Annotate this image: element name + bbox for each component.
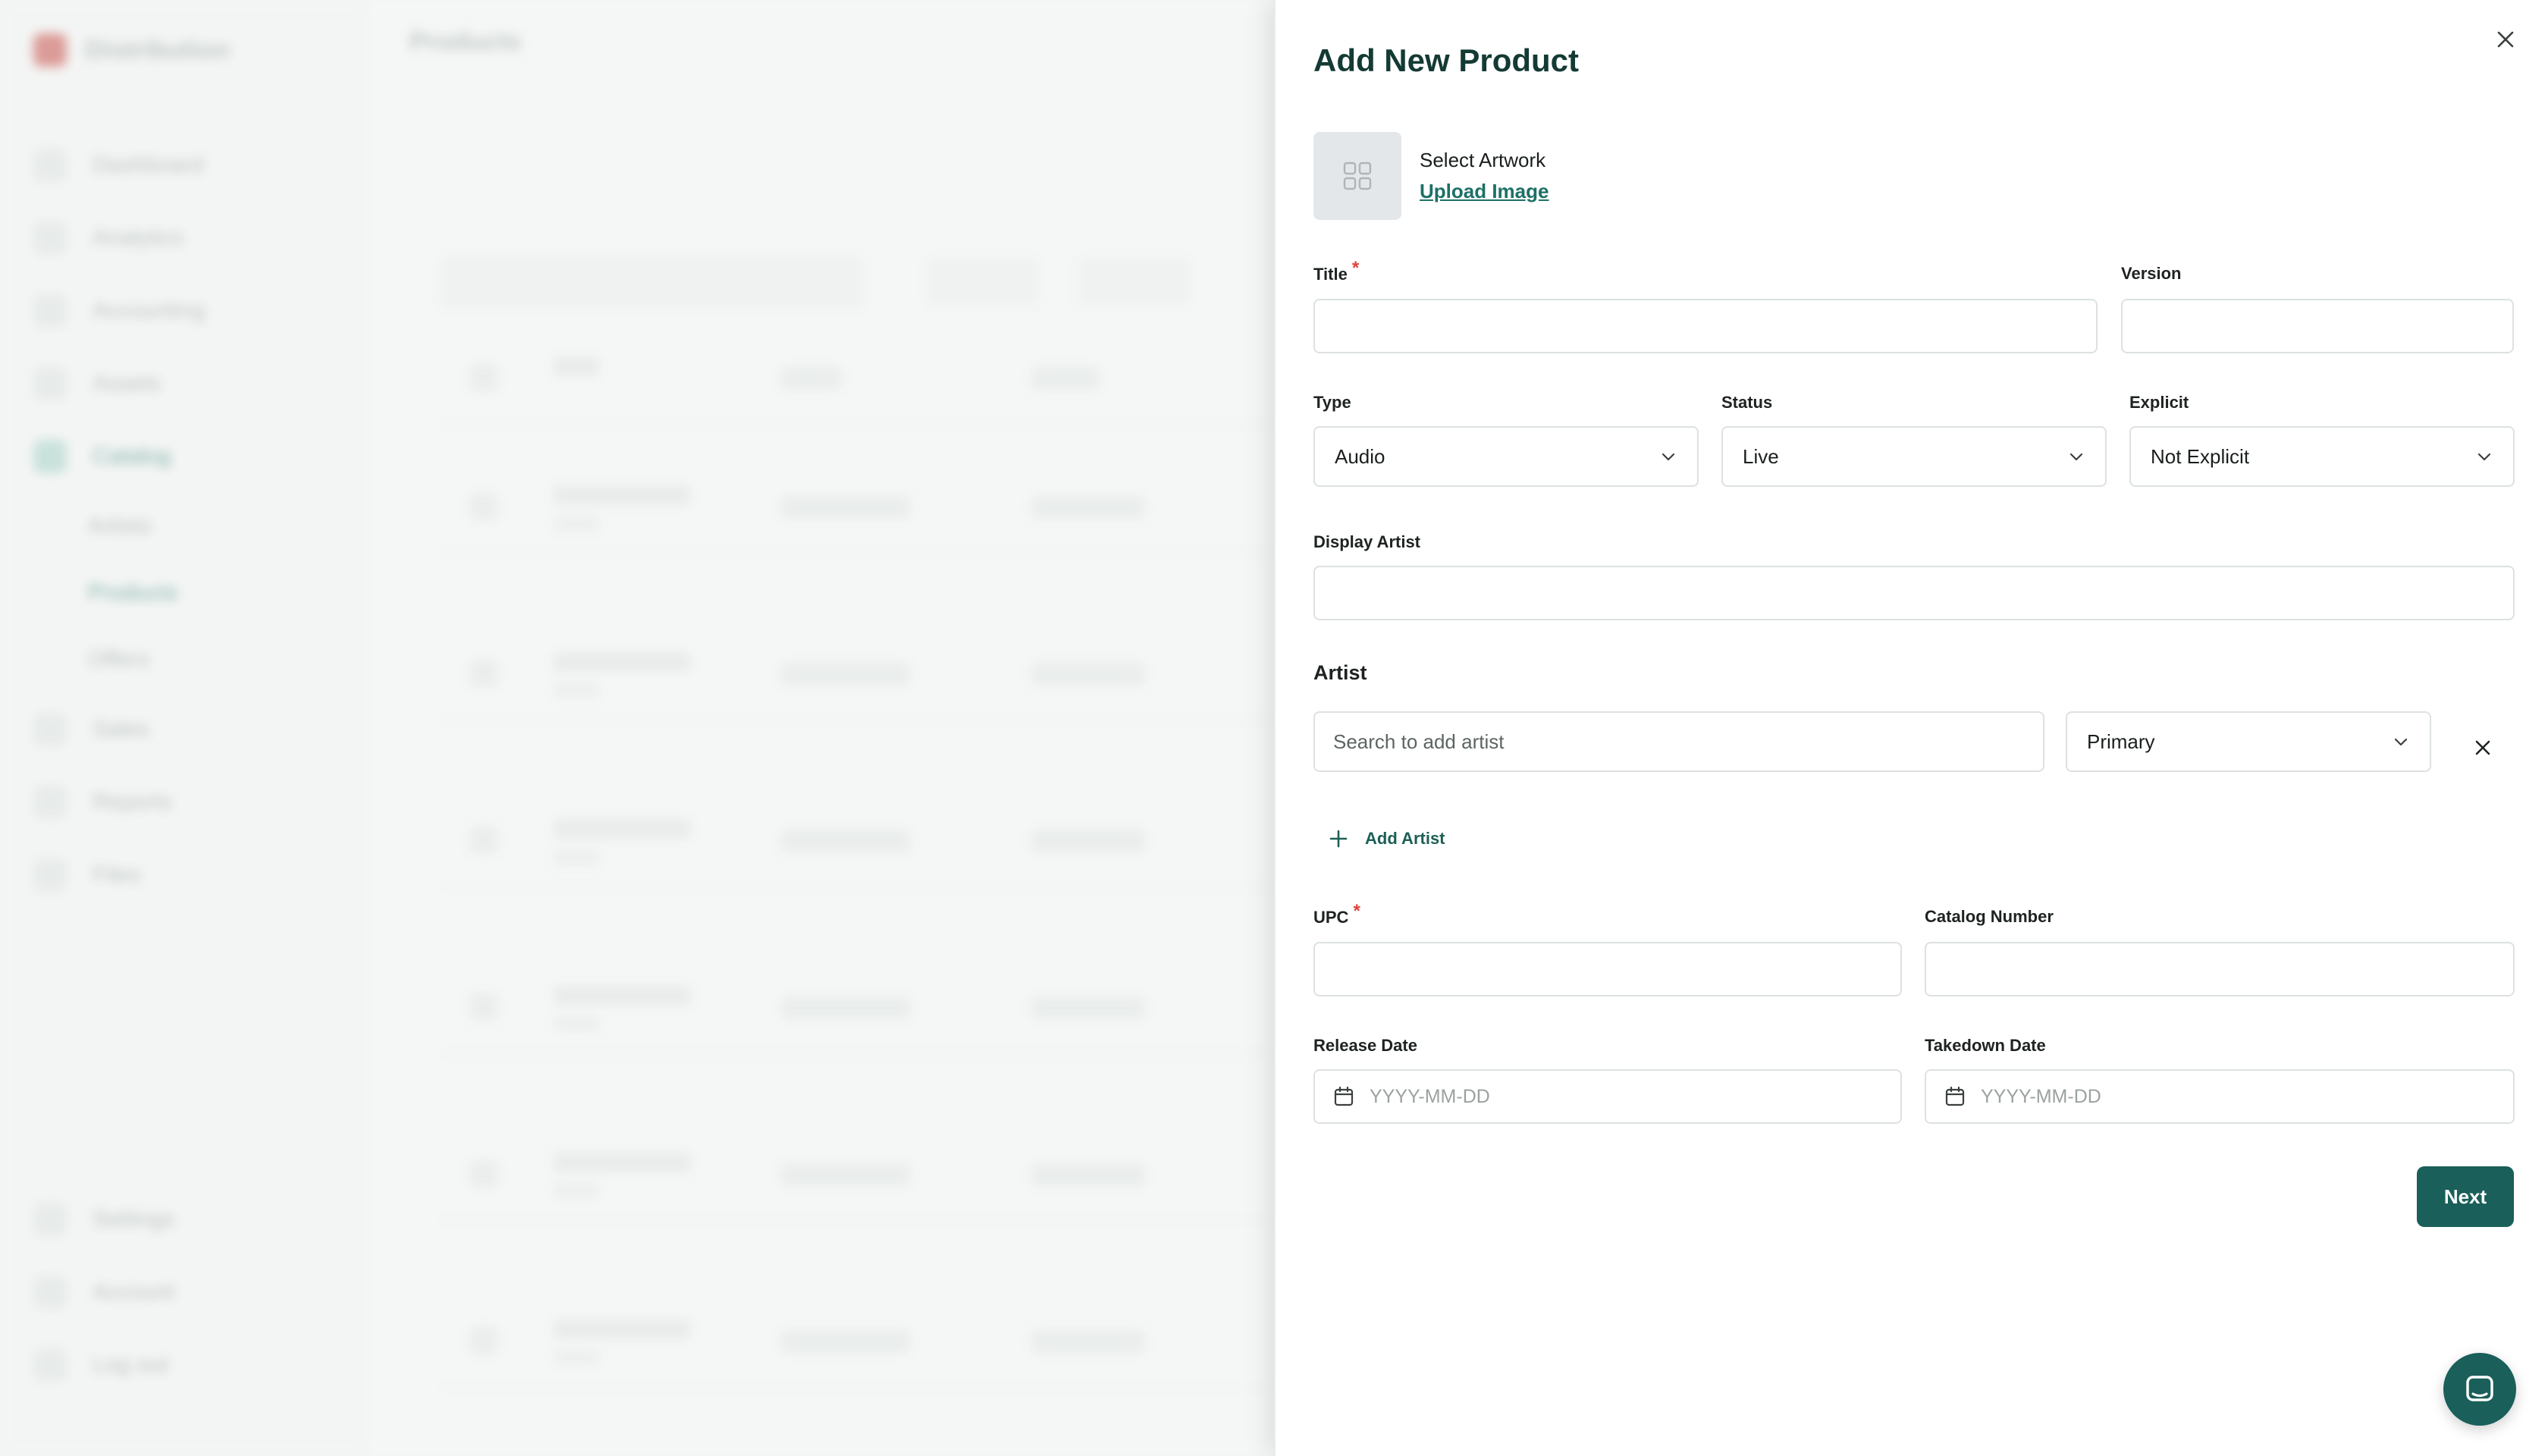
catalog-number-label: Catalog Number [1925,907,2054,926]
artist-role-value: Primary [2087,730,2155,753]
artwork-thumbnail[interactable] [1313,132,1401,220]
status-value: Live [1743,444,1779,468]
nav-item-offers: Offers [88,647,150,672]
chevron-down-icon [2477,453,2491,461]
upload-image-link[interactable]: Upload Image [1420,180,1549,203]
release-date-input[interactable] [1370,1085,1825,1108]
display-artist-input[interactable] [1313,566,2515,620]
add-artist-button[interactable]: Add Artist [1329,824,1445,854]
calendar-icon [1945,1086,1965,1106]
type-label: Type [1313,393,1351,412]
explicit-value: Not Explicit [2151,444,2250,468]
release-date-field[interactable] [1313,1069,1902,1124]
app-name: Distribution [85,35,230,64]
nav-item-assets: Assets [33,347,337,420]
type-select[interactable]: Audio [1313,426,1699,487]
logo-mark [33,33,67,67]
artwork-text: Select Artwork Upload Image [1420,149,1549,203]
select-artwork-label: Select Artwork [1420,149,1546,171]
artist-section-title: Artist [1313,661,1367,684]
background-table-row [440,796,1350,887]
version-input[interactable] [2121,299,2514,353]
chevron-down-icon [2069,453,2083,461]
background-sidebar: Distribution Dashboard Analytics Account… [0,0,364,1456]
title-input[interactable] [1313,299,2098,353]
close-icon [2475,740,2490,755]
close-drawer-button[interactable] [2484,18,2527,61]
nav-item-reports: Reports [33,766,337,839]
nav-item-account: Account [33,1256,337,1329]
background-table-row [440,629,1350,720]
takedown-date-label: Takedown Date [1925,1036,2046,1055]
version-label: Version [2121,264,2182,283]
background-table-header [440,334,1350,425]
nav-item-accounting: Accounting [33,275,337,347]
nav-icon [33,786,67,819]
explicit-label: Explicit [2129,393,2189,412]
artwork-selector: Select Artwork Upload Image [1313,132,1549,220]
nav-item-analytics: Analytics [33,202,337,275]
chat-launcher-button[interactable] [2443,1353,2516,1426]
background-toolbar-button [1077,258,1191,306]
release-date-label: Release Date [1313,1036,1417,1055]
background-page-title: Products [410,27,522,56]
chevron-down-icon [1662,453,1675,461]
image-grid-icon [1343,162,1372,190]
nav-item-logout: Log out [33,1329,337,1401]
nav-icon [33,367,67,400]
status-select[interactable]: Live [1721,426,2107,487]
nav-item-settings: Settings [33,1183,337,1256]
nav-icon [33,1276,67,1309]
next-button[interactable]: Next [2417,1166,2514,1227]
nav-icon [33,221,67,255]
background-table-row [440,1297,1350,1388]
background-search [440,255,864,309]
close-icon [2497,31,2514,48]
nav-icon [33,149,67,182]
explicit-select[interactable]: Not Explicit [2129,426,2515,487]
nav-item-products: Products [88,580,178,605]
app-logo: Distribution [33,33,230,67]
nav-icon [33,1348,67,1382]
display-artist-label: Display Artist [1313,532,1421,551]
chevron-down-icon [2394,738,2408,746]
add-artist-label: Add Artist [1365,829,1445,848]
status-label: Status [1721,393,1773,412]
nav-icon [33,713,67,746]
background-nav: Dashboard Analytics Accounting Assets Ca… [33,129,337,912]
plus-icon [1329,830,1348,848]
nav-item-catalog: Catalog [33,420,337,493]
background-table-row [440,963,1350,1054]
type-value: Audio [1335,444,1385,468]
takedown-date-field[interactable] [1925,1069,2515,1124]
chat-icon [2466,1376,2493,1401]
takedown-date-input[interactable] [1981,1085,2436,1108]
nav-icon [33,294,67,328]
required-marker: * [1351,258,1360,278]
background-toolbar-button [925,258,1039,306]
drawer-title: Add New Product [1313,42,1580,78]
calendar-icon [1334,1086,1354,1106]
nav-icon [33,440,67,473]
nav-item-files: Files [33,839,337,912]
nav-item-sales: Sales [33,693,337,766]
remove-artist-button[interactable] [2462,726,2504,769]
add-product-drawer: Add New Product Select Artwork Upload Im… [1274,0,2548,1456]
nav-item-dashboard: Dashboard [33,129,337,202]
nav-icon [33,858,67,892]
nav-item-artists: Artists [88,513,152,538]
background-nav-bottom: Settings Account Log out [33,1183,337,1401]
title-label: Title * [1313,258,1360,284]
background-table-row [440,463,1350,554]
catalog-number-input[interactable] [1925,942,2515,996]
nav-icon [33,1203,67,1236]
upc-input[interactable] [1313,942,1902,996]
artist-search-input[interactable] [1313,711,2044,772]
background-table-row [440,1130,1350,1221]
required-marker: * [1353,901,1360,921]
upc-label: UPC * [1313,901,1360,927]
artist-role-select[interactable]: Primary [2066,711,2431,772]
